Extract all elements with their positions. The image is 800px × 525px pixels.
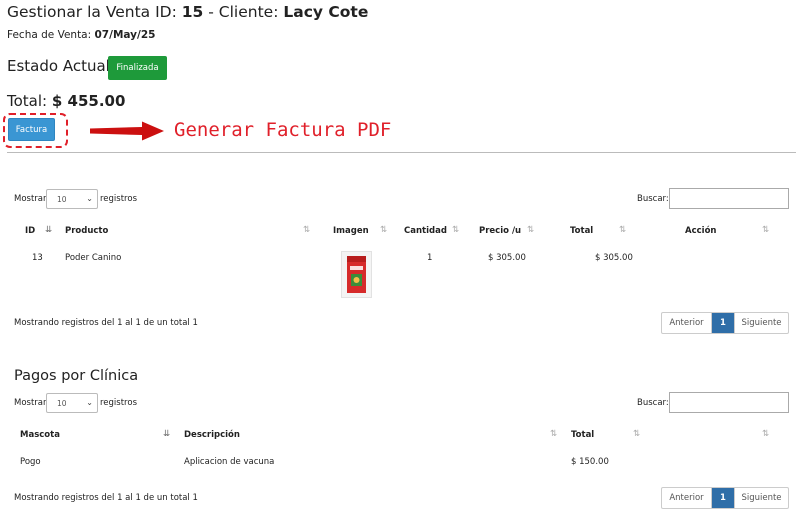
annotation-text: Generar Factura PDF xyxy=(174,119,392,141)
sort-icon: ⇅ xyxy=(633,429,641,439)
sort-icon: ⇅ xyxy=(303,225,311,235)
col-header-descripcion[interactable]: Descripción xyxy=(184,430,240,440)
page-size-select[interactable]: 10 ⌄ xyxy=(46,189,98,209)
sort-icon: ⇅ xyxy=(762,429,770,439)
sort-icon: ⇅ xyxy=(550,429,558,439)
sort-icon: ⇅ xyxy=(380,225,388,235)
cell-total: $ 150.00 xyxy=(571,457,609,467)
arrow-right-icon xyxy=(90,121,164,141)
table-info: Mostrando registros del 1 al 1 de un tot… xyxy=(14,318,198,328)
sale-total: Total: $ 455.00 xyxy=(7,92,126,110)
dog-food-bag-icon xyxy=(347,256,366,293)
pagination: Anterior 1 Siguiente xyxy=(661,487,789,509)
page-1-button[interactable]: 1 xyxy=(712,313,734,333)
sort-icon: ⇅ xyxy=(527,225,535,235)
col-header-id[interactable]: ID xyxy=(25,226,35,236)
col-header-mascota[interactable]: Mascota xyxy=(20,430,60,440)
chevron-down-icon: ⌄ xyxy=(86,398,93,407)
cell-mascota: Pogo xyxy=(20,457,41,467)
col-header-producto[interactable]: Producto xyxy=(65,226,108,236)
records-label: registros xyxy=(100,398,137,408)
client-name: Lacy Cote xyxy=(283,3,369,21)
divider xyxy=(7,152,796,153)
cell-descripcion: Aplicacion de vacuna xyxy=(184,457,275,467)
search-label: Buscar: xyxy=(637,194,669,204)
next-page-button[interactable]: Siguiente xyxy=(734,488,788,508)
cell-cantidad: 1 xyxy=(427,253,433,263)
status-badge: Finalizada xyxy=(108,56,167,80)
col-header-imagen[interactable]: Imagen xyxy=(333,226,369,236)
show-label: Mostrar xyxy=(14,194,47,204)
page-title: Gestionar la Venta ID: 15 - Cliente: Lac… xyxy=(7,3,369,21)
sale-id: 15 xyxy=(181,3,204,21)
cell-precio: $ 305.00 xyxy=(488,253,526,263)
sort-asc-icon: ⇊ xyxy=(45,225,53,235)
table-info: Mostrando registros del 1 al 1 de un tot… xyxy=(14,493,198,503)
col-header-total[interactable]: Total xyxy=(570,226,593,236)
prev-page-button[interactable]: Anterior xyxy=(662,313,712,333)
factura-button[interactable]: Factura xyxy=(8,118,55,141)
records-label: registros xyxy=(100,194,137,204)
cell-id: 13 xyxy=(32,253,43,263)
col-header-total[interactable]: Total xyxy=(571,430,594,440)
cell-total: $ 305.00 xyxy=(595,253,633,263)
product-image xyxy=(341,251,372,298)
section-title: Pagos por Clínica xyxy=(14,368,139,384)
sort-icon: ⇅ xyxy=(452,225,460,235)
col-header-cantidad[interactable]: Cantidad xyxy=(404,226,447,236)
pagination: Anterior 1 Siguiente xyxy=(661,312,789,334)
sort-icon: ⇅ xyxy=(762,225,770,235)
search-input[interactable] xyxy=(669,392,789,413)
prev-page-button[interactable]: Anterior xyxy=(662,488,712,508)
show-label: Mostrar xyxy=(14,398,47,408)
chevron-down-icon: ⌄ xyxy=(86,194,93,203)
status-label: Estado Actual: xyxy=(7,57,115,75)
sort-asc-icon: ⇊ xyxy=(163,429,171,439)
sale-date: Fecha de Venta: 07/May/25 xyxy=(7,29,156,41)
col-header-accion[interactable]: Acción xyxy=(685,226,716,236)
col-header-precio[interactable]: Precio /u xyxy=(479,226,521,236)
page-size-select[interactable]: 10 ⌄ xyxy=(46,393,98,413)
page-1-button[interactable]: 1 xyxy=(712,488,734,508)
search-label: Buscar: xyxy=(637,398,669,408)
cell-producto: Poder Canino xyxy=(65,253,122,263)
sort-icon: ⇅ xyxy=(619,225,627,235)
search-input[interactable] xyxy=(669,188,789,209)
next-page-button[interactable]: Siguiente xyxy=(734,313,788,333)
